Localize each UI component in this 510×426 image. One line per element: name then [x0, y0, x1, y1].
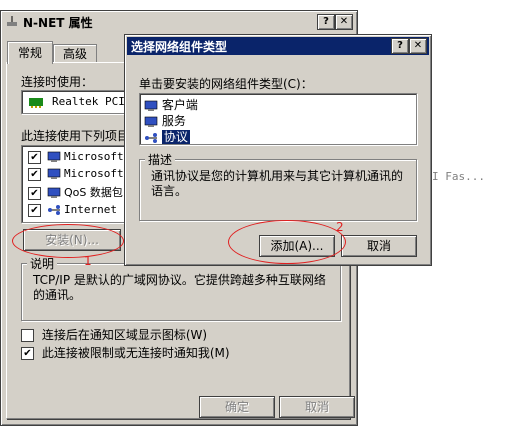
item-checkbox[interactable]: ✔ — [28, 203, 41, 217]
window-icon — [5, 16, 19, 28]
show-icon-label: 连接后在通知区域显示图标(W) — [41, 328, 208, 342]
dialog-prompt: 单击要安装的网络组件类型(C)： — [139, 77, 313, 91]
close-icon[interactable]: ✕ — [335, 14, 353, 30]
component-protocol[interactable]: 协议 — [144, 128, 190, 145]
tab-general[interactable]: 常规 — [7, 41, 53, 64]
description-text: TCP/IP 是默认的广域网协议。它提供跨越多种互联网络的通讯。 — [33, 273, 326, 302]
notify-checkbox[interactable]: ✔ — [21, 347, 34, 360]
dialog-description-text: 通讯协议是您的计算机用来与其它计算机通讯的语言。 — [151, 169, 404, 198]
item-label: Microsoft — [64, 167, 124, 180]
dialog-description-label: 描述 — [145, 151, 176, 168]
help-icon[interactable]: ? — [317, 14, 335, 30]
list-item[interactable]: ✔ Microsoft — [28, 167, 124, 181]
notify-label: 此连接被限制或无连接时通知我(M) — [41, 346, 230, 360]
item-checkbox[interactable]: ✔ — [28, 150, 41, 164]
connect-using-label: 连接时使用： — [21, 75, 94, 89]
item-label: QoS 数据包 — [64, 186, 123, 199]
dialog-cancel-button[interactable]: 取消 — [341, 235, 417, 257]
notify-option[interactable]: ✔ 此连接被限制或无连接时通知我(M) — [21, 344, 230, 361]
ok-button[interactable]: 确定 — [199, 396, 275, 418]
items-list: ✔ Microsoft ✔ Microsoft ✔ QoS 数据包 ✔ Inte… — [21, 145, 135, 223]
show-icon-checkbox[interactable] — [21, 329, 34, 342]
annotation-circle-2 — [228, 220, 346, 264]
close-icon[interactable]: ✕ — [409, 38, 427, 54]
item-checkbox[interactable]: ✔ — [28, 167, 41, 181]
items-label: 此连接使用下列项目 — [21, 129, 130, 143]
annotation-marker-1: 1 — [84, 254, 92, 268]
cancel-button[interactable]: 取消 — [279, 396, 355, 418]
background-text: I Fas... — [432, 170, 485, 183]
annotation-circle-1 — [12, 224, 124, 258]
service-icon — [144, 116, 158, 128]
client-icon — [144, 100, 158, 112]
tab-advanced[interactable]: 高级 — [53, 44, 97, 63]
dialog-titlebar: 选择网络组件类型 ? ✕ — [127, 37, 429, 55]
client-icon — [47, 151, 61, 163]
list-item[interactable]: ✔ Microsoft — [28, 150, 124, 164]
properties-title: N-NET 属性 — [23, 15, 93, 30]
service-icon — [47, 187, 61, 199]
description-group-label: 说明 — [27, 255, 58, 272]
client-icon — [47, 168, 61, 180]
network-card-icon — [28, 96, 44, 108]
help-icon[interactable]: ? — [391, 38, 409, 54]
dialog-title: 选择网络组件类型 — [131, 39, 228, 54]
adapter-name: Realtek PCIe — [52, 95, 132, 108]
component-label: 客户端 — [161, 98, 198, 112]
show-icon-option[interactable]: 连接后在通知区域显示图标(W) — [21, 326, 207, 343]
list-item[interactable]: ✔ QoS 数据包 — [28, 184, 123, 200]
item-checkbox[interactable]: ✔ — [28, 186, 41, 200]
adapter-field: Realtek PCIe — [21, 90, 131, 114]
properties-titlebar: N-NET 属性 ? ✕ — [3, 13, 355, 31]
list-item[interactable]: ✔ Internet 协 — [28, 201, 135, 217]
component-list: 客户端 服务 协议 — [139, 93, 417, 145]
component-label-selected: 协议 — [161, 130, 190, 144]
protocol-icon — [47, 204, 61, 216]
component-service[interactable]: 服务 — [144, 112, 186, 129]
annotation-marker-2: 2 — [336, 220, 344, 234]
protocol-icon — [144, 132, 158, 144]
component-label: 服务 — [161, 114, 186, 128]
item-label: Microsoft — [64, 150, 124, 163]
component-client[interactable]: 客户端 — [144, 96, 198, 113]
